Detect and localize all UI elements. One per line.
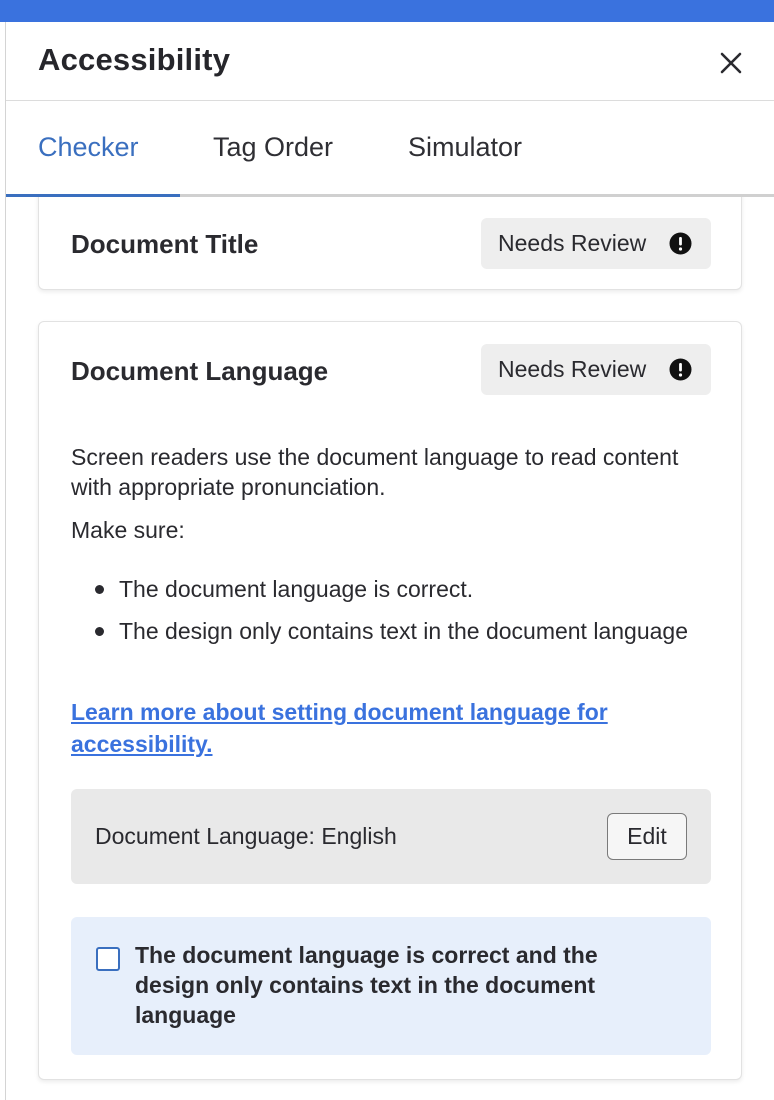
panel-header: Accessibility: [6, 22, 774, 101]
alert-circle-icon: [669, 358, 692, 381]
make-sure-label: Make sure:: [71, 517, 185, 543]
checklist: The document language is correct. The de…: [95, 574, 719, 658]
language-setting-box: Document Language: English Edit: [71, 789, 711, 884]
status-badge-label: Needs Review: [498, 356, 647, 382]
list-item: The design only contains text in the doc…: [95, 616, 719, 646]
card-title: Document Title: [71, 229, 259, 259]
card-title: Document Language: [71, 356, 329, 386]
close-button[interactable]: [714, 46, 748, 80]
status-badge: Needs Review: [481, 344, 711, 395]
top-accent-bar: [0, 0, 774, 22]
close-icon: [720, 52, 742, 74]
document-title-card[interactable]: Document Title Needs Review: [38, 197, 742, 290]
learn-more-link[interactable]: Learn more about setting document langua…: [71, 696, 691, 760]
language-value-label: Document Language: English: [95, 823, 397, 849]
panel-title: Accessibility: [38, 42, 231, 77]
confirm-checkbox-label[interactable]: The document language is correct and the…: [135, 940, 655, 1030]
tab-bar: Checker Tag Order Simulator: [6, 102, 774, 197]
alert-circle-icon: [669, 232, 692, 255]
tab-simulator[interactable]: Simulator: [408, 132, 522, 163]
status-badge: Needs Review: [481, 218, 711, 269]
confirmation-box: The document language is correct and the…: [71, 917, 711, 1055]
list-item: The document language is correct.: [95, 574, 719, 604]
confirm-checkbox[interactable]: [96, 947, 120, 971]
status-badge-label: Needs Review: [498, 230, 647, 256]
description-text: Screen readers use the document language…: [71, 444, 679, 500]
tab-checker[interactable]: Checker: [38, 132, 139, 163]
document-language-card: Document Language Needs Review Screen re…: [38, 321, 742, 1080]
accessibility-panel: Accessibility Checker Tag Order Simulato…: [6, 22, 774, 1100]
tab-tag-order[interactable]: Tag Order: [213, 132, 333, 163]
edit-button[interactable]: Edit: [607, 813, 687, 860]
checker-content: Document Title Needs Review Document Lan…: [6, 197, 774, 1100]
